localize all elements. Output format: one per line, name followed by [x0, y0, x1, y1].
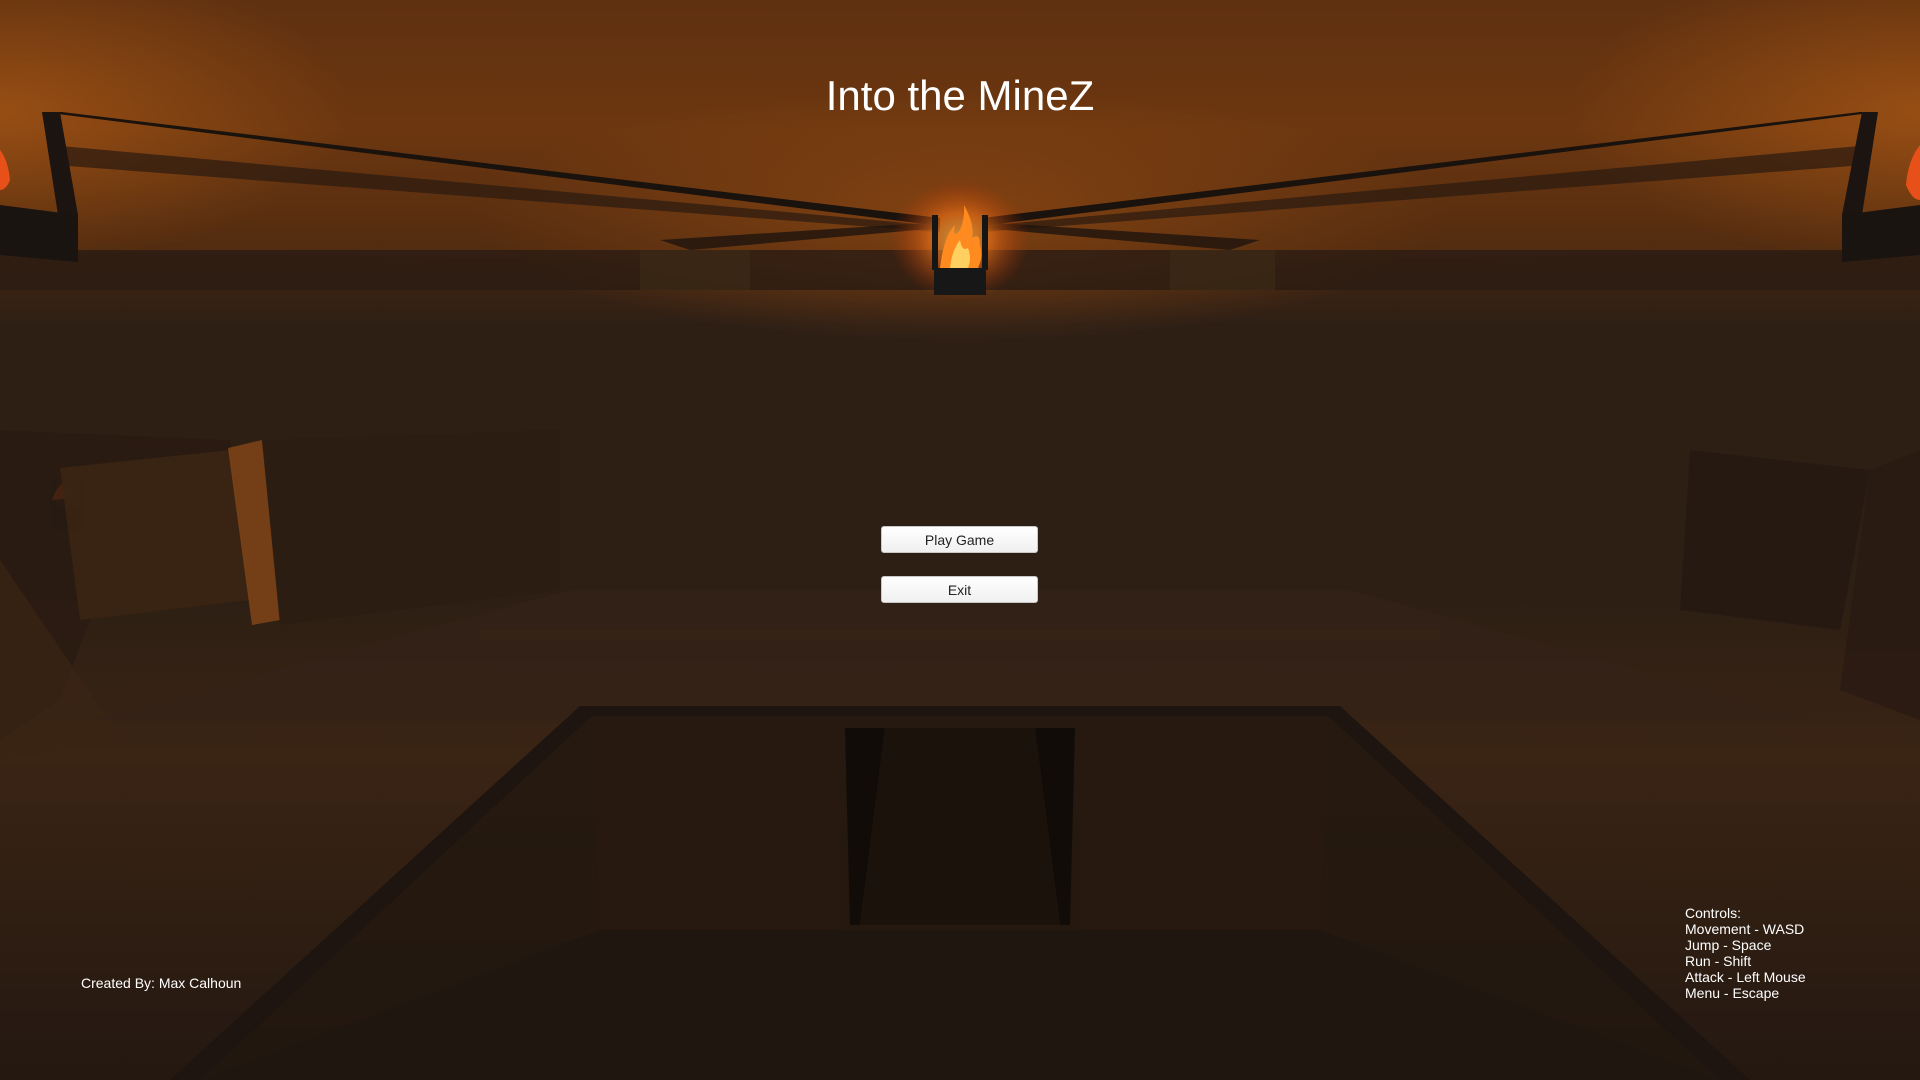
game-title: Into the MineZ: [825, 72, 1095, 119]
game-scene: Into the MineZ Play Game Exit Created By…: [0, 0, 1920, 1080]
control-attack: Attack - Left Mouse: [1685, 969, 1806, 985]
control-run: Run - Shift: [1685, 953, 1752, 969]
control-menu: Menu - Escape: [1685, 985, 1780, 1001]
controls-panel: Controls: Movement - WASD Jump - Space R…: [1685, 905, 1806, 1001]
control-jump: Jump - Space: [1685, 937, 1772, 953]
control-movement: Movement - WASD: [1685, 921, 1805, 937]
credits-text: Created By: Max Calhoun: [81, 975, 242, 991]
exit-button[interactable]: Exit: [881, 576, 1038, 603]
controls-heading: Controls:: [1685, 905, 1742, 921]
play-game-button[interactable]: Play Game: [881, 526, 1038, 553]
